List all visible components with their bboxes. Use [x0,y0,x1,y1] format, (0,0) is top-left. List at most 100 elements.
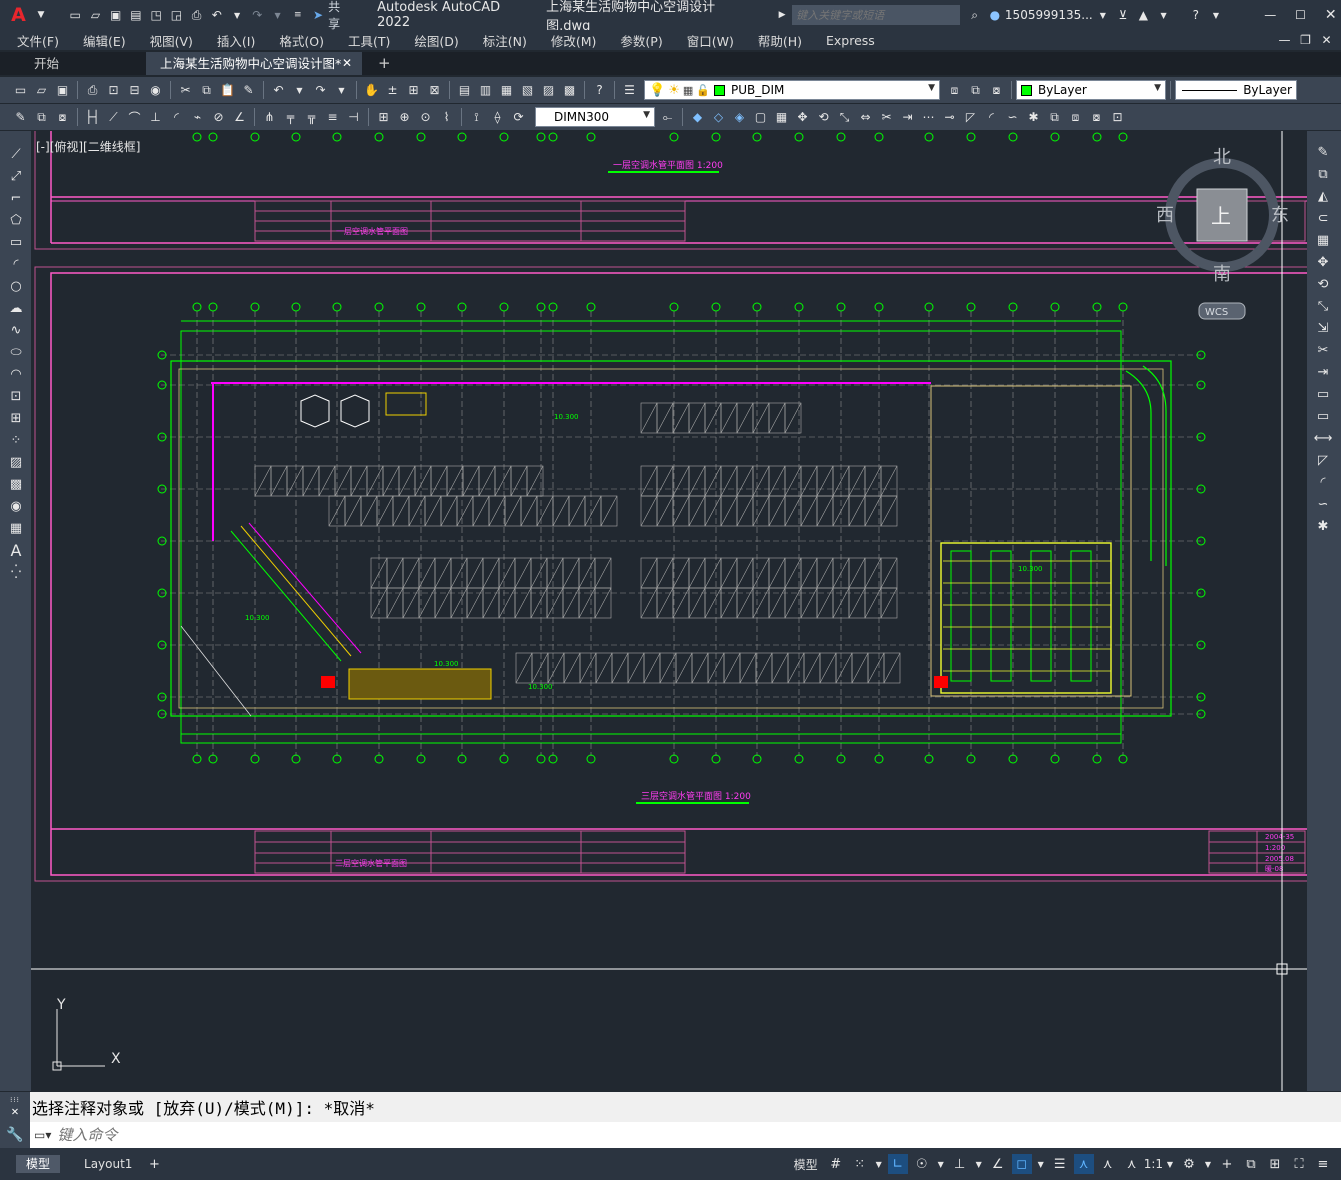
layer-dropdown-icon[interactable]: ▼ [928,83,935,93]
viewcube[interactable]: 北 南 东 西 上 [1156,147,1289,285]
dim-edit-icon[interactable]: ⟟ [468,109,485,126]
rotate-icon[interactable]: ⟲ [815,109,832,126]
extend-tool-icon[interactable]: ⇥ [1314,363,1332,381]
tolerance-icon[interactable]: ⊞ [375,109,392,126]
angular-dim-icon[interactable]: ∠ [231,109,248,126]
revcloud-icon[interactable]: ☁ [7,299,25,317]
layer-state-icon[interactable]: ⧇ [988,82,1005,99]
command-close-icon[interactable]: ✕ [11,1104,18,1118]
menu-dimension[interactable]: 标注(N) [471,31,539,50]
dim-space-icon[interactable]: ≡ [324,109,341,126]
save-icon[interactable]: ▣ [108,7,124,24]
add-selected-icon[interactable]: ⁛ [7,563,25,581]
3d-dwf-icon[interactable]: ◉ [147,82,164,99]
sheet-set-icon[interactable]: ▧ [519,82,536,99]
menu-modify[interactable]: 修改(M) [539,31,609,50]
workspace-dropdown-icon[interactable]: ▼ [1203,1154,1213,1174]
ellipse-icon[interactable]: ⬭ [7,343,25,361]
polygon-icon[interactable]: ⬠ [7,211,25,229]
snap-icon[interactable]: ⁙ [850,1154,870,1174]
insert-block-icon[interactable]: ⊡ [7,387,25,405]
open-file-icon[interactable]: ▱ [87,7,103,24]
move-tool-icon[interactable]: ✥ [1314,253,1332,271]
open-icon[interactable]: ▱ [33,82,50,99]
layer-viewport-icon[interactable]: ▦ [683,84,693,97]
pan-icon[interactable]: ✋ [363,82,380,99]
isolate-objects-icon[interactable]: ⧉ [1241,1154,1261,1174]
tab-close-icon[interactable]: ✕ [342,52,352,75]
dim-update-icon[interactable]: ⟳ [510,109,527,126]
paste-icon[interactable]: 📋 [219,82,236,99]
wcs-label[interactable]: WCS [1205,307,1228,318]
copy-tool-icon[interactable]: ⧉ [1314,165,1332,183]
join-tool-icon[interactable]: ⟷ [1314,429,1333,447]
viewport-controls[interactable]: [-][俯视][二维线框] [36,138,140,155]
isodraft-icon[interactable]: ⊥ [950,1154,970,1174]
open-web-icon[interactable]: ◳ [148,7,164,24]
compass-south[interactable]: 南 [1213,264,1231,285]
make-block-icon[interactable]: ⊞ [7,409,25,427]
new-tab-icon[interactable]: + [368,52,392,75]
diameter-dim-icon[interactable]: ⊘ [210,109,227,126]
grid-icon[interactable]: # [826,1154,846,1174]
menu-draw[interactable]: 绘图(D) [402,31,470,50]
break-tool-icon[interactable]: ▭ [1314,407,1332,425]
tool-palettes-icon[interactable]: ▦ [498,82,515,99]
zoom-window-icon[interactable]: ⊞ [405,82,422,99]
object-snap-dropdown-icon[interactable]: ▼ [1036,1154,1046,1174]
menu-tools[interactable]: 工具(T) [336,31,402,50]
command-grip[interactable]: ⁝⁝⁝ ✕ [0,1092,30,1122]
group-icon[interactable]: ⧈ [1067,109,1084,126]
draworder-icon[interactable]: ⧉ [1046,109,1063,126]
undo-tool-icon[interactable]: ↶ [270,82,287,99]
layer-previous-icon[interactable]: ⧉ [967,82,984,99]
extend-icon[interactable]: ⇥ [899,109,916,126]
app-dropdown-icon[interactable]: ▼ [1155,7,1171,24]
center-mark-icon[interactable]: ⊕ [396,109,413,126]
ortho-icon[interactable]: ∟ [887,1154,908,1174]
zoom-previous-icon[interactable]: ⊠ [426,82,443,99]
chamfer-icon[interactable]: ◸ [962,109,979,126]
aligned-dim-icon[interactable]: ⟋ [105,109,122,126]
recent-commands-icon[interactable]: ▭▾ [34,1128,51,1142]
point-icon[interactable]: ⁘ [7,431,25,449]
mtext-icon[interactable]: A [7,541,25,560]
user-name[interactable]: 1505999135... [1005,8,1093,22]
tab-start[interactable]: 开始 [24,52,144,75]
tab-model[interactable]: 模型 [16,1155,61,1173]
dim-break-icon[interactable]: ⊣ [345,109,362,126]
copy-object-icon[interactable]: ◇ [710,109,727,126]
annotation-visibility-icon[interactable]: ⋏ [1073,1154,1094,1174]
workspace-gear-icon[interactable]: ⚙ [1179,1154,1199,1174]
polyline-icon[interactable]: ⌐ [7,189,25,207]
search-expand-icon[interactable]: ▶ [774,7,790,24]
autodesk-app-icon[interactable]: ▲ [1135,7,1151,24]
copy-icon[interactable]: ⧉ [198,82,215,99]
object-snap-icon[interactable]: ◻ [1011,1154,1032,1174]
clean-screen-icon[interactable]: ⛶ [1289,1154,1309,1174]
blend-icon[interactable]: ∽ [1004,109,1021,126]
inspection-icon[interactable]: ⊙ [417,109,434,126]
join-icon[interactable]: ⊸ [941,109,958,126]
maximize-icon[interactable]: ☐ [1292,7,1308,24]
move-icon[interactable]: ✥ [794,109,811,126]
layer-iso-icon[interactable]: ⧇ [54,109,71,126]
search-input[interactable] [792,5,961,25]
annotation-monitor-icon[interactable]: + [1217,1154,1237,1174]
wcs-menu[interactable]: WCS [1198,302,1246,320]
share-button[interactable]: 共享 [328,0,351,32]
qat-dropdown-icon[interactable]: ≡ [290,7,306,24]
mirror-icon[interactable]: ◈ [731,109,748,126]
spline-icon[interactable]: ∿ [7,321,25,339]
customization-icon[interactable]: ≡ [1313,1154,1333,1174]
doc-restore-icon[interactable]: ❐ [1297,32,1314,49]
add-layout-icon[interactable]: + [144,1154,164,1174]
help-dropdown-icon[interactable]: ▼ [1208,7,1224,24]
line-icon[interactable]: ⟋ [7,145,25,163]
menu-insert[interactable]: 插入(I) [205,31,267,50]
annotation-scale-icon[interactable]: ⋏ [1122,1154,1142,1174]
compass-west[interactable]: 西 [1156,205,1174,226]
undo-tool-dropdown-icon[interactable]: ▼ [291,82,308,99]
gradient-icon[interactable]: ▩ [7,475,25,493]
cut-icon[interactable]: ✂ [177,82,194,99]
